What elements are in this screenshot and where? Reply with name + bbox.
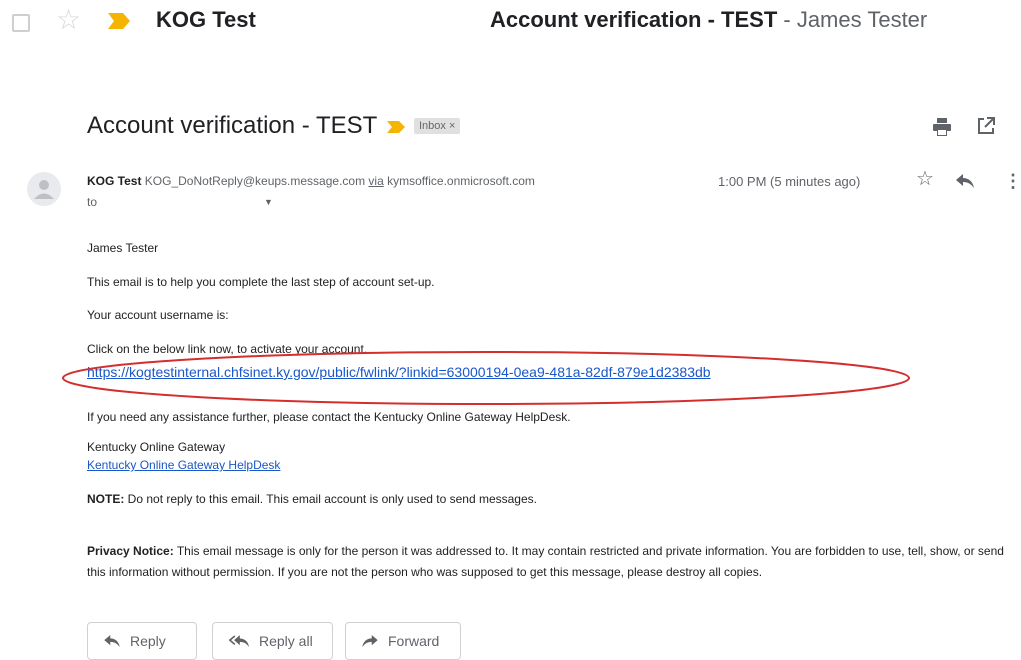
important-marker-icon[interactable] xyxy=(387,121,405,133)
signature-name: Kentucky Online Gateway xyxy=(87,440,226,454)
show-details-caret-icon[interactable]: ▼ xyxy=(264,197,273,207)
thread-sender[interactable]: KOG Test xyxy=(156,7,256,33)
thread-subject: Account verification - TEST xyxy=(490,7,778,32)
important-marker-icon[interactable] xyxy=(108,13,130,29)
star-message-icon[interactable]: ☆ xyxy=(916,169,934,189)
red-annotation-ellipse xyxy=(62,351,910,405)
reply-all-button[interactable]: Reply all xyxy=(212,622,333,660)
print-icon[interactable] xyxy=(932,118,952,136)
message-timestamp: 1:00 PM (5 minutes ago) xyxy=(718,174,861,189)
open-in-new-window-icon[interactable] xyxy=(976,116,996,136)
forward-label: Forward xyxy=(388,633,440,649)
greeting: James Tester xyxy=(87,241,159,255)
select-checkbox[interactable] xyxy=(12,14,30,32)
reply-icon[interactable] xyxy=(956,174,974,188)
helpdesk-link[interactable]: Kentucky Online Gateway HelpDesk xyxy=(87,458,280,472)
sender-line: KOG Test KOG_DoNotReply@keups.message.co… xyxy=(87,174,535,188)
privacy-text: This email message is only for the perso… xyxy=(87,544,1004,579)
body-username-line: Your account username is: xyxy=(87,308,229,322)
forward-button[interactable]: Forward xyxy=(345,622,461,660)
note-line: NOTE: Do not reply to this email. This e… xyxy=(87,492,537,506)
more-options-icon[interactable]: ⋮ xyxy=(1004,172,1021,190)
sender-email: KOG_DoNotReply@keups.message.com xyxy=(144,174,366,188)
message-subject: Account verification - TEST xyxy=(87,112,378,139)
privacy-notice: Privacy Notice: This email message is on… xyxy=(87,541,1019,583)
reply-all-icon xyxy=(229,635,249,647)
privacy-label: Privacy Notice: xyxy=(87,544,174,558)
note-label: NOTE: xyxy=(87,492,125,506)
body-intro: This email is to help you complete the l… xyxy=(87,275,435,289)
reply-all-label: Reply all xyxy=(259,633,313,649)
forward-icon xyxy=(362,635,378,647)
thread-subject-line[interactable]: Account verification - TEST - James Test… xyxy=(490,7,927,33)
reply-icon xyxy=(104,635,120,647)
sender-name: KOG Test xyxy=(87,174,142,188)
reply-button[interactable]: Reply xyxy=(87,622,197,660)
reply-label: Reply xyxy=(130,633,166,649)
star-icon[interactable]: ☆ xyxy=(56,6,81,34)
sender-avatar xyxy=(27,172,61,206)
body-help-line: If you need any assistance further, plea… xyxy=(87,410,571,424)
via-text: via xyxy=(368,174,384,188)
note-text: Do not reply to this email. This email a… xyxy=(124,492,537,506)
recipient-label: to xyxy=(87,195,98,209)
thread-snippet: - James Tester xyxy=(777,7,928,32)
via-domain: kymsoffice.onmicrosoft.com xyxy=(387,174,535,188)
inbox-label-chip[interactable]: Inbox × xyxy=(414,118,461,134)
person-icon xyxy=(34,180,54,199)
